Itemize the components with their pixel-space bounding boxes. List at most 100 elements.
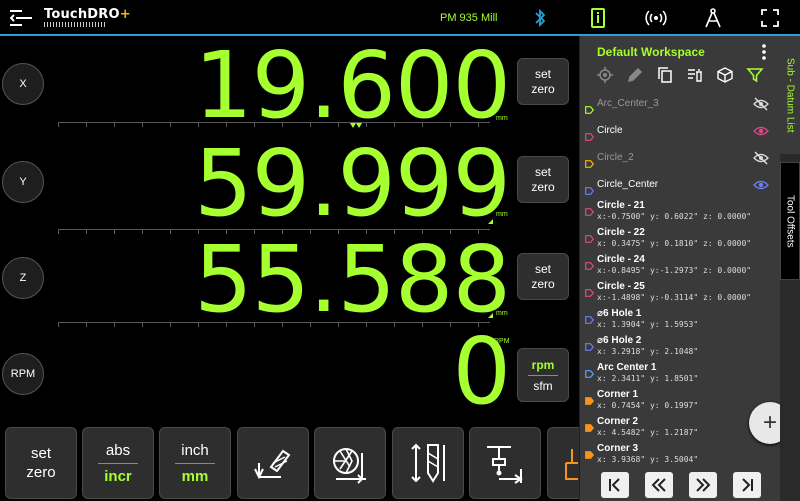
broadcast-icon[interactable] — [644, 6, 668, 30]
datum-tag-icon — [585, 182, 595, 195]
fullscreen-icon[interactable] — [758, 6, 782, 30]
machine-name[interactable]: PM 935 Mill — [440, 12, 497, 24]
datum-list-item[interactable]: Circle — [580, 117, 781, 144]
datum-list-item[interactable]: ⌀6 Hole 1 x: 1.3904" y: 1.5953" — [580, 306, 781, 333]
datum-list-item[interactable]: Circle_2 — [580, 144, 781, 171]
datum-list-item[interactable]: Circle - 25 x:-1.4898" y:-0.3114" z: 0.00… — [580, 279, 781, 306]
datum-name: Circle - 24 — [597, 254, 645, 265]
eye-icon[interactable] — [753, 124, 769, 138]
axis-y-button[interactable]: Y — [2, 161, 44, 203]
datum-coords: x: 1.3904" y: 1.5953" — [597, 320, 699, 329]
calculator-icon[interactable] — [586, 6, 610, 30]
tool-length-icon — [411, 443, 445, 483]
inch-label: inch — [181, 441, 209, 459]
side-tabs: Sub - Datum List Tool Offsets — [780, 36, 800, 501]
datum-name: ⌀6 Hole 2 — [597, 335, 642, 346]
first-page-button[interactable] — [601, 472, 629, 498]
eye-icon[interactable] — [753, 178, 769, 192]
datum-name: Arc_Center_3 — [597, 98, 659, 109]
axis-y-position-marker — [488, 219, 493, 224]
axis-x-set-zero-button[interactable]: set zero — [517, 58, 569, 105]
set-zero-line2: zero — [531, 179, 555, 194]
datum-tag-icon — [585, 101, 595, 114]
mm-label: mm — [181, 467, 209, 485]
copy-icon[interactable] — [656, 66, 674, 84]
tool-diameter-button[interactable] — [314, 427, 386, 499]
axis-y-readout[interactable]: 59.999 — [194, 138, 511, 230]
cube-icon[interactable] — [716, 66, 734, 84]
tab-sub-datum-list[interactable]: Sub - Datum List — [780, 36, 800, 154]
rpm-button[interactable]: RPM — [2, 353, 44, 395]
datum-name: Corner 3 — [597, 443, 639, 454]
datum-list-item[interactable]: Corner 3 x: 3.9368" y: 3.5004" — [580, 441, 781, 468]
bluetooth-icon[interactable] — [528, 6, 552, 30]
filter-icon[interactable] — [746, 66, 764, 84]
datum-coords: x:-0.7500" y: 0.6022" z: 0.0000" — [597, 212, 752, 221]
datum-list-item[interactable]: Circle_Center — [580, 171, 781, 198]
rewind-icon — [651, 478, 666, 492]
endmill-icon — [333, 448, 366, 484]
datum-tag-icon — [585, 203, 595, 216]
rpm-sfm-toggle[interactable]: rpm sfm — [517, 348, 569, 402]
datum-list-item[interactable]: Corner 1 x: 0.7454" y: 0.1997" — [580, 387, 781, 414]
axis-z-button[interactable]: Z — [2, 257, 44, 299]
probe-button[interactable] — [469, 427, 541, 499]
logo-plus: + — [119, 7, 131, 22]
datum-tag-icon — [585, 230, 595, 243]
datum-list-item[interactable]: Circle - 21 x:-0.7500" y: 0.6022" z: 0.00… — [580, 198, 781, 225]
menu-collapse-icon[interactable] — [9, 9, 32, 27]
datum-list-item[interactable]: Circle - 22 x: 0.3475" y: 0.1810" z: 0.00… — [580, 225, 781, 252]
datum-coords: x:-0.8495" y:-1.2973" z: 0.0000" — [597, 266, 752, 275]
datum-name: Circle - 22 — [597, 227, 645, 238]
axis-x-button[interactable]: X — [2, 63, 44, 105]
logo-text: TouchDRO — [44, 7, 120, 22]
skip-first-icon — [609, 478, 620, 492]
top-app-bar: TouchDRO+ PM 935 Mill — [0, 0, 800, 36]
next-page-button[interactable] — [689, 472, 717, 498]
datum-list-item[interactable]: Arc_Center_3 — [580, 90, 781, 117]
set-zero-all-button[interactable]: set zero — [5, 427, 77, 499]
axis-x-readout[interactable]: 19.600 — [194, 40, 511, 132]
last-page-button[interactable] — [733, 472, 761, 498]
edge-finder-button[interactable] — [237, 427, 309, 499]
set-zero-line1: set — [534, 164, 551, 179]
tab-tool-offsets-label: Tool Offsets — [784, 194, 796, 248]
datum-name: ⌀6 Hole 1 — [597, 308, 642, 319]
axis-z-scale — [58, 322, 490, 328]
datum-list-item[interactable]: ⌀6 Hole 2 x: 3.2918" y: 2.1048" — [580, 333, 781, 360]
datum-list-item[interactable]: Circle - 24 x:-0.8495" y:-1.2973" z: 0.00… — [580, 252, 781, 279]
rpm-mode-active: rpm — [531, 357, 555, 372]
datum-name: Circle_Center — [597, 179, 659, 190]
set-zero-line1: set — [534, 261, 551, 276]
eye-off-icon[interactable] — [753, 97, 769, 111]
datum-name: Arc Center 1 — [597, 362, 657, 373]
axis-z-set-zero-button[interactable]: set zero — [517, 253, 569, 300]
compass-icon[interactable] — [701, 6, 725, 30]
set-zero-line2: zero — [531, 276, 555, 291]
workspace-title[interactable]: Default Workspace — [597, 45, 705, 59]
delete-list-icon[interactable] — [686, 66, 704, 84]
target-icon[interactable] — [596, 66, 614, 84]
inch-mm-toggle[interactable]: inch mm — [159, 427, 231, 499]
more-options-icon[interactable] — [761, 44, 767, 60]
datum-list-item[interactable]: Arc Center 1 x: 2.3411" y: 1.8501" — [580, 360, 781, 387]
set-zero-line2: zero — [26, 464, 56, 481]
rpm-readout: 0 — [452, 318, 511, 425]
axis-y-unit: mm — [496, 211, 508, 218]
tab-tool-offsets[interactable]: Tool Offsets — [780, 162, 800, 280]
tool-length-button[interactable] — [392, 427, 464, 499]
set-zero-line2: zero — [531, 81, 555, 96]
fast-forward-icon — [696, 478, 711, 492]
datum-coords: x: 4.5482" y: 1.2187" — [597, 428, 699, 437]
datum-tag-icon — [585, 311, 595, 324]
axis-y-set-zero-button[interactable]: set zero — [517, 156, 569, 203]
eye-off-icon[interactable] — [753, 151, 769, 165]
datum-tag-icon — [585, 338, 595, 351]
edit-icon[interactable] — [626, 66, 644, 84]
abs-incr-toggle[interactable]: abs incr — [82, 427, 154, 499]
prev-page-button[interactable] — [645, 472, 673, 498]
axis-x-scale — [58, 122, 490, 128]
datum-coords: x: 3.9368" y: 3.5004" — [597, 455, 699, 464]
axis-z-readout[interactable]: 55.588 — [194, 234, 511, 326]
datum-tag-icon — [585, 257, 595, 270]
